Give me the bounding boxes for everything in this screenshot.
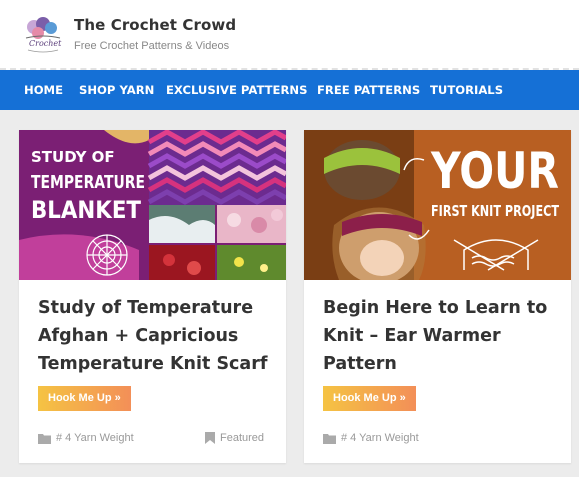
thumb-text-line-3: BLANKET — [31, 196, 142, 224]
post-thumbnail[interactable]: STUDY OF TEMPERATURE BLANKET — [19, 130, 286, 280]
post-category-label: # 4 Yarn Weight — [341, 432, 419, 444]
post-title[interactable]: Study of Temperature Afghan + Capricious… — [38, 294, 278, 378]
post-category[interactable]: # 4 Yarn Weight — [323, 432, 419, 444]
thumb-text-line-1: YOUR — [430, 142, 559, 200]
thumb-text-line-1: STUDY OF — [31, 148, 115, 166]
post-title[interactable]: Begin Here to Learn to Knit – Ear Warmer… — [323, 294, 563, 378]
main-nav: HOME SHOP YARN EXCLUSIVE PATTERNS FREE P… — [0, 70, 579, 110]
nav-item-exclusive-patterns[interactable]: EXCLUSIVE PATTERNS — [166, 83, 307, 97]
thumb-text-line-2: TEMPERATURE — [31, 172, 145, 193]
hook-me-up-button[interactable]: Hook Me Up » — [38, 386, 131, 411]
post-card: YOUR FIRST KNIT PROJECT Begin Here to Le… — [304, 130, 571, 463]
logo-wordmark: Crochet — [29, 39, 62, 48]
post-thumbnail[interactable]: YOUR FIRST KNIT PROJECT — [304, 130, 571, 280]
post-category[interactable]: # 4 Yarn Weight — [38, 432, 134, 444]
folder-icon — [38, 433, 51, 444]
site-header: Crochet The Crochet Crowd Free Crochet P… — [0, 0, 579, 70]
post-category-label: # 4 Yarn Weight — [56, 432, 134, 444]
hook-me-up-button[interactable]: Hook Me Up » — [323, 386, 416, 411]
site-logo[interactable]: Crochet — [20, 12, 66, 58]
post-card: STUDY OF TEMPERATURE BLANKET Study of Te… — [19, 130, 286, 463]
site-title[interactable]: The Crochet Crowd — [74, 16, 236, 34]
thumb-text-line-2: FIRST KNIT PROJECT — [431, 202, 560, 220]
folder-icon — [323, 433, 336, 444]
post-tag-label: Featured — [220, 432, 265, 444]
site-tagline: Free Crochet Patterns & Videos — [74, 40, 230, 52]
bookmark-icon — [205, 432, 215, 444]
nav-item-home[interactable]: HOME — [24, 83, 63, 97]
nav-item-shop-yarn[interactable]: SHOP YARN — [79, 83, 154, 97]
nav-item-tutorials[interactable]: TUTORIALS — [430, 83, 503, 97]
nav-item-free-patterns[interactable]: FREE PATTERNS — [317, 83, 420, 97]
post-tag[interactable]: Featured — [205, 432, 264, 444]
